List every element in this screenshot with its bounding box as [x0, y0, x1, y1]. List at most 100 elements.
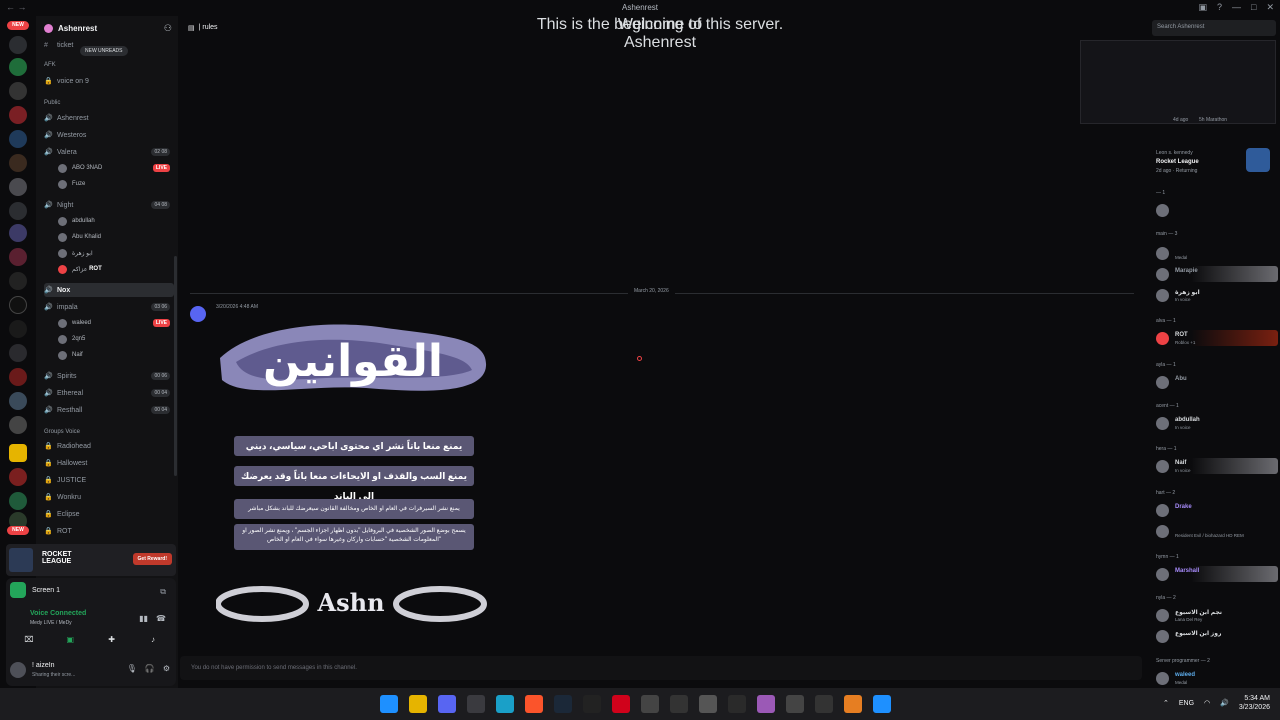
headphones-icon[interactable]: 🎧 [145, 664, 155, 673]
language-indicator[interactable]: ENG [1179, 700, 1194, 707]
signal-icon[interactable]: ▮▮ [139, 614, 148, 623]
game-promo-banner[interactable]: ROCKET LEAGUE Get Reward! [6, 544, 176, 576]
maximize-button[interactable]: □ [1251, 2, 1256, 13]
avatar[interactable] [190, 306, 206, 322]
server-icon[interactable] [9, 492, 27, 510]
server-icon[interactable] [9, 178, 27, 196]
locked-channel[interactable]: 🔒 JUSTICE [44, 473, 174, 487]
voice-channel[interactable]: 🔊 Spirits 00 06 [44, 369, 174, 383]
locked-channel[interactable]: 🔒 Radiohead [44, 439, 174, 453]
clock[interactable]: 5:34 AM 3/23/2026 [1239, 694, 1270, 712]
start-icon[interactable] [380, 695, 398, 713]
search-input[interactable]: Search Ashenrest [1152, 20, 1276, 36]
member-item[interactable]: Marshall [1154, 566, 1278, 582]
close-button[interactable]: ✕ [1266, 2, 1274, 13]
server-icon[interactable] [9, 392, 27, 410]
category-public[interactable]: Public [44, 100, 60, 106]
voice-user[interactable]: Abu Khalid [58, 230, 174, 244]
chevron-up-icon[interactable]: ⌃ [1163, 699, 1169, 707]
voice-channel[interactable]: 🔊 Resthall 00 04 [44, 403, 174, 417]
screen-share-button[interactable]: ▣ [53, 632, 87, 648]
voice-channel[interactable]: 🔊 Westeros [44, 128, 174, 142]
voice-user[interactable]: ابو زهرة [58, 246, 174, 260]
member-item[interactable]: Resident Evil / biohazard HD REM [1154, 523, 1278, 539]
member-item[interactable]: Drake [1154, 502, 1278, 518]
sidebar-scrollbar[interactable] [174, 256, 177, 476]
store-icon[interactable] [467, 695, 485, 713]
server-icon[interactable] [9, 272, 27, 290]
locked-channel[interactable]: 🔒 Wonkru [44, 490, 174, 504]
settings-icon[interactable]: ⚙ [163, 664, 170, 673]
server-icon[interactable] [9, 416, 27, 434]
get-reward-button[interactable]: Get Reward! [132, 553, 172, 565]
voice-user[interactable]: ABO 3NAD LIVE [58, 161, 174, 175]
wifi-icon[interactable]: ◠ [1204, 699, 1210, 707]
voice-channel-path[interactable]: Medy LIVE / MeDy [30, 620, 72, 626]
voice-channel-selected[interactable]: 🔊 Nox [44, 283, 174, 297]
soundboard-button[interactable]: ♪ [136, 632, 170, 648]
volume-icon[interactable]: 🔊 [1220, 699, 1229, 707]
server-icon[interactable] [9, 58, 27, 76]
file-explorer-icon[interactable] [409, 695, 427, 713]
voice-user[interactable]: Naif [58, 348, 174, 362]
minimize-button[interactable]: — [1232, 2, 1241, 13]
edge-icon[interactable] [496, 695, 514, 713]
steam-icon[interactable] [554, 695, 572, 713]
inbox-icon[interactable]: ▣ [1198, 2, 1207, 13]
server-icon[interactable] [9, 344, 27, 362]
locked-channel[interactable]: 🔒 Hallowest [44, 456, 174, 470]
member-item[interactable]: نجم ابن الاسبوع Lana Del Rey [1154, 607, 1278, 623]
member-item[interactable]: روز ابن الاسبوع [1154, 628, 1278, 644]
help-icon[interactable]: ? [1217, 2, 1222, 13]
category-groups-voice[interactable]: Groups Voice [44, 429, 80, 435]
member-item[interactable]: ROT Roblox +1 [1154, 330, 1278, 346]
stream-preview-popup[interactable]: 4d ago 5h Marathon [1080, 40, 1276, 124]
invite-icon[interactable]: ⚇ [164, 23, 172, 34]
server-icon[interactable] [9, 202, 27, 220]
disconnect-icon[interactable]: ☎ [156, 614, 166, 623]
voice-channel[interactable]: 🔊 Ashenrest [44, 111, 174, 125]
mic-icon[interactable]: 🎙 [127, 664, 137, 673]
locked-channel[interactable]: 🔒 ROT [44, 524, 174, 538]
app-icon[interactable] [873, 695, 891, 713]
discord-icon[interactable] [438, 695, 456, 713]
member-item[interactable]: Abu [1154, 374, 1278, 390]
server-icon[interactable] [9, 248, 27, 266]
voice-channel[interactable]: 🔊 Night 04 08 [44, 198, 174, 212]
server-icon[interactable] [9, 224, 27, 242]
voice-user[interactable]: 2qn5 [58, 332, 174, 346]
voice-connected-status[interactable]: Voice Connected [30, 610, 86, 617]
activities-button[interactable]: ✚ [95, 632, 129, 648]
voice-user[interactable]: عزاكم ROT [58, 262, 174, 276]
app-icon[interactable] [699, 695, 717, 713]
app-icon[interactable] [815, 695, 833, 713]
member-item[interactable]: Naif In voice [1154, 458, 1278, 474]
popout-icon[interactable]: ⧉ [160, 587, 166, 597]
epic-games-icon[interactable] [583, 695, 601, 713]
category-afk[interactable]: AFK [44, 62, 56, 68]
voice-channel[interactable]: 🔊 Ethereal 00 04 [44, 386, 174, 400]
server-header[interactable]: Ashenrest ⚇ [36, 16, 178, 40]
server-icon[interactable] [9, 106, 27, 124]
brave-icon[interactable] [525, 695, 543, 713]
new-unreads-tooltip[interactable]: NEW UNREADS [80, 46, 128, 56]
app-icon[interactable] [844, 695, 862, 713]
app-icon[interactable] [670, 695, 688, 713]
server-icon[interactable] [9, 130, 27, 148]
member-item[interactable]: waleed Medal [1154, 670, 1278, 686]
voice-user[interactable]: abdullah [58, 214, 174, 228]
member-item[interactable]: ابو زهرة In voice [1154, 287, 1278, 303]
server-icon[interactable] [9, 82, 27, 100]
server-icon[interactable] [9, 320, 27, 338]
server-icon[interactable] [9, 468, 27, 486]
server-icon[interactable] [9, 154, 27, 172]
camera-off-button[interactable]: ⌧ [12, 632, 46, 648]
voice-user[interactable]: Fuze [58, 177, 174, 191]
app-icon[interactable] [728, 695, 746, 713]
avatar[interactable] [10, 662, 26, 678]
locked-channel[interactable]: 🔒 Eclipse [44, 507, 174, 521]
member-item[interactable]: Marapie [1154, 266, 1278, 282]
server-icon[interactable] [9, 36, 27, 54]
app-icon[interactable] [757, 695, 775, 713]
folder-icon[interactable] [9, 444, 27, 462]
